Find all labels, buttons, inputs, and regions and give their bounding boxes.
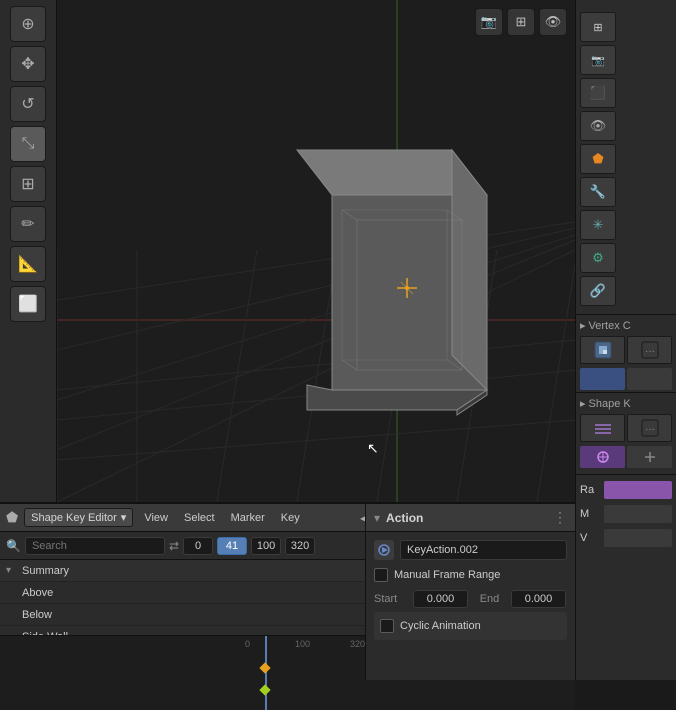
ske-editor-dropdown[interactable]: Shape Key Editor ▾ — [24, 508, 133, 527]
toolbar-btn-add[interactable]: ⬜ — [10, 286, 46, 322]
action-type-icon — [374, 540, 394, 560]
vg-cell-2[interactable]: ··· — [627, 336, 672, 364]
cyclic-label: Cyclic Animation — [400, 620, 481, 632]
action-name-input[interactable] — [400, 540, 567, 560]
timeline-num-100: 100 — [275, 639, 330, 649]
ske-header-icon: ⬟ — [6, 509, 18, 526]
action-panel-title: Action — [386, 511, 547, 525]
svg-text:···: ··· — [645, 346, 655, 357]
prop-tab-output[interactable]: ⬛ — [580, 78, 616, 108]
ske-menu-view[interactable]: View — [139, 510, 173, 526]
prop-tab-modifier[interactable]: 🔧 — [580, 177, 616, 207]
svg-text:···: ··· — [645, 424, 655, 435]
ske-menu-select[interactable]: Select — [179, 510, 220, 526]
end-label: End — [472, 593, 507, 605]
sk-gray-cell[interactable] — [627, 446, 672, 468]
end-value-input[interactable] — [511, 590, 566, 608]
frame-start-input[interactable]: 0 — [183, 537, 213, 555]
action-collapse-arrow[interactable]: ▾ — [374, 511, 380, 525]
frame-end-input[interactable]: 100 — [251, 537, 281, 555]
camera-icon[interactable]: 📷 — [475, 8, 503, 36]
frame-current-input[interactable]: 41 — [217, 537, 247, 555]
swap-icon: ⇄ — [169, 539, 179, 553]
prop-tab-physics[interactable]: ⚙ — [580, 243, 616, 273]
frame-end2-input[interactable]: 320 — [285, 537, 315, 555]
vertex-group-grid: ··· — [580, 336, 672, 364]
dropdown-arrow: ▾ — [121, 511, 127, 524]
toolbar-btn-measure[interactable]: 📐 — [10, 246, 46, 282]
toolbar-btn-cursor[interactable]: ⊕ — [10, 6, 46, 42]
search-input[interactable] — [32, 540, 158, 552]
action-panel-body: Manual Frame Range Start End Cyclic Anim… — [366, 532, 575, 646]
search-box-container — [25, 537, 165, 555]
prop-tab-render[interactable]: 📷 — [580, 45, 616, 75]
keyframe-diamond-above[interactable] — [259, 662, 270, 673]
sk-purple-cell[interactable] — [580, 446, 625, 468]
ra-color-bar — [604, 481, 672, 499]
action-panel-header: ▾ Action ⋮ — [366, 504, 575, 532]
ra-label: Ra — [580, 484, 600, 496]
left-toolbar: ⊕ ✥ ↺ ⤡ ⊞ ✏ 📐 ⬜ — [0, 0, 57, 502]
prop-tab-particles[interactable]: ✳ — [580, 210, 616, 240]
3d-viewport[interactable]: ↖ 📷 ⊞ 👁 — [57, 0, 575, 502]
summary-expand[interactable]: ▾ — [6, 565, 18, 576]
manual-frame-range-checkbox[interactable] — [374, 568, 388, 582]
v-color-bar — [604, 529, 672, 547]
search-icon: 🔍 — [6, 539, 21, 553]
ske-menu-marker[interactable]: Marker — [226, 510, 270, 526]
toolbar-btn-rotate[interactable]: ↺ — [10, 86, 46, 122]
toolbar-btn-annotate[interactable]: ✏ — [10, 206, 46, 242]
action-panel: ▾ Action ⋮ Manual Frame Range Start End … — [365, 502, 575, 680]
vg-blue-cell[interactable] — [580, 368, 625, 390]
viewport-svg — [57, 0, 575, 502]
viewport-controls: 📷 ⊞ 👁 — [475, 8, 567, 36]
start-end-row: Start End — [374, 588, 567, 610]
vg-cell-1[interactable] — [580, 336, 625, 364]
m-color-bar — [604, 505, 672, 523]
shape-key-grid: ··· — [580, 414, 672, 442]
v-label: V — [580, 532, 600, 544]
toolbar-btn-move[interactable]: ✥ — [10, 46, 46, 82]
collapse-arrow-vertex[interactable]: ▸ — [580, 319, 586, 332]
toolbar-btn-scale[interactable]: ⤡ — [10, 126, 46, 162]
action-name-row — [374, 538, 567, 562]
collapse-arrow-shapekey[interactable]: ▸ — [580, 397, 586, 410]
cyclic-checkbox[interactable] — [380, 619, 394, 633]
action-menu-dots[interactable]: ⋮ — [553, 509, 567, 526]
eye-icon[interactable]: 👁 — [539, 8, 567, 36]
cyclic-animation-row: Cyclic Animation — [374, 612, 567, 640]
vertex-group-label: ▸ Vertex C — [580, 319, 672, 332]
properties-panel: ⊞ 📷 ⬛ 👁 ⬟ 🔧 ✳ ⚙ 🔗 ▸ Vertex C ··· — [575, 0, 676, 680]
manual-frame-range-label: Manual Frame Range — [394, 569, 500, 581]
vg-gray-cell[interactable] — [627, 368, 672, 390]
sk-cell-2[interactable]: ··· — [627, 414, 672, 442]
ske-menu-key[interactable]: Key — [276, 510, 305, 526]
sk-cell-1[interactable] — [580, 414, 625, 442]
prop-tab-view[interactable]: 👁 — [580, 111, 616, 141]
shape-key-label: ▸ Shape K — [580, 397, 672, 410]
m-label: M — [580, 508, 600, 520]
toolbar-btn-transform[interactable]: ⊞ — [10, 166, 46, 202]
prop-tab-object[interactable]: ⬟ — [580, 144, 616, 174]
start-label: Start — [374, 593, 409, 605]
grid-icon[interactable]: ⊞ — [507, 8, 535, 36]
start-value-input[interactable] — [413, 590, 468, 608]
manual-frame-range-row: Manual Frame Range — [374, 564, 567, 586]
prop-tab-scene[interactable]: ⊞ — [580, 12, 616, 42]
prop-tab-constraints[interactable]: 🔗 — [580, 276, 616, 306]
keyframe-diamond-below[interactable] — [259, 684, 270, 695]
